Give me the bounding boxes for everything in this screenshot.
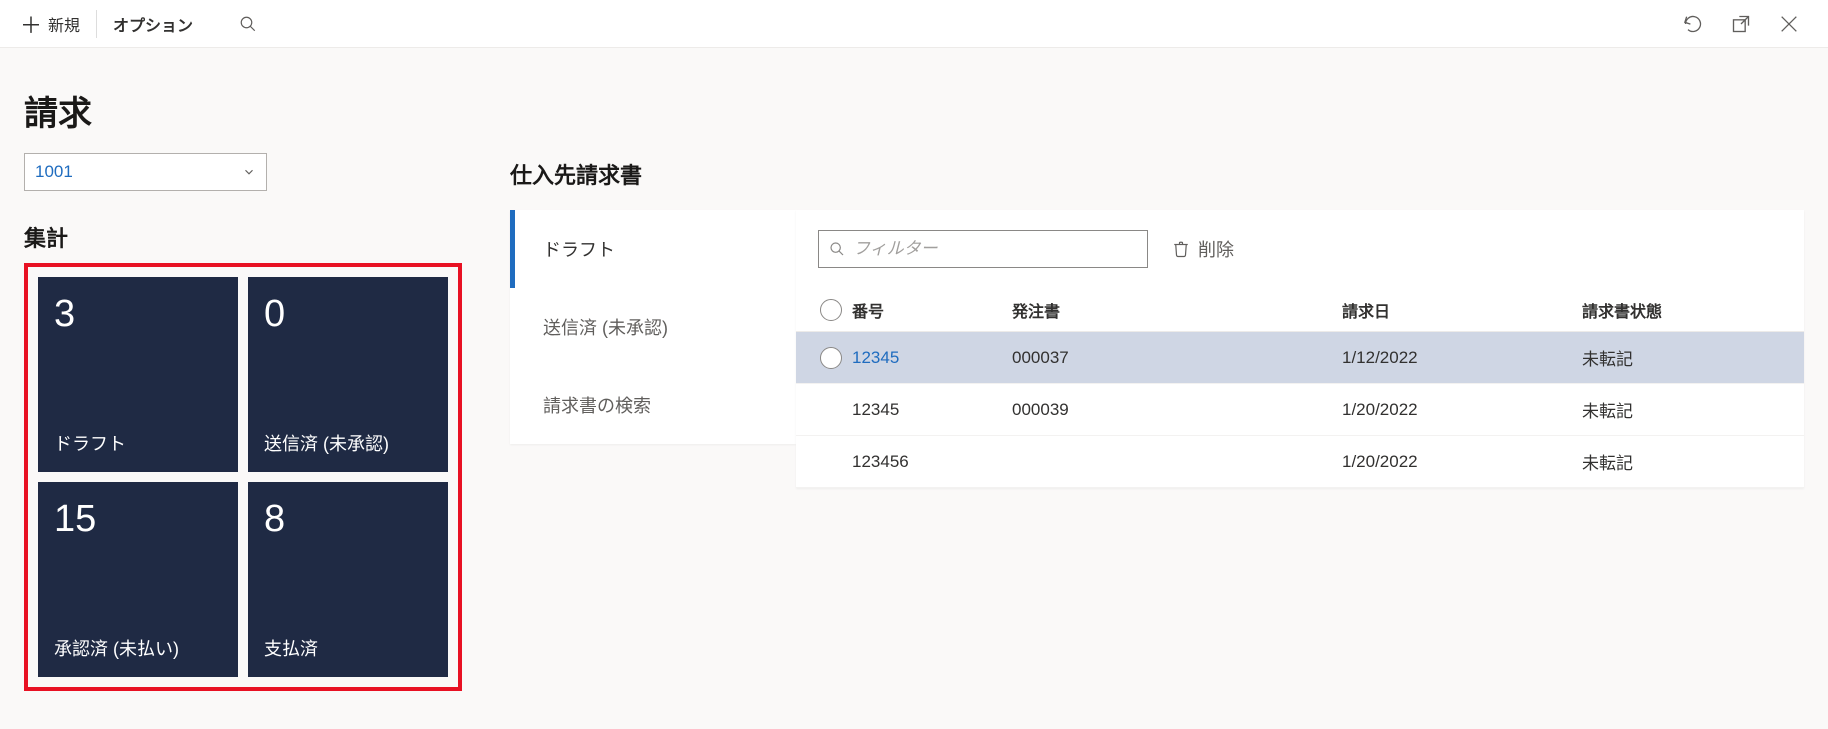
delete-button[interactable]: 削除 (1172, 236, 1234, 262)
tile-label: 送信済 (未承認) (264, 430, 432, 456)
tile-count: 15 (54, 498, 222, 541)
tab-draft[interactable]: ドラフト (510, 210, 796, 288)
refresh-icon (1683, 14, 1703, 34)
close-button[interactable] (1774, 9, 1804, 39)
grid-header: 番号 発注書 請求日 請求書状態 (796, 288, 1804, 332)
tile-draft[interactable]: 3 ドラフト (38, 277, 238, 472)
tile-sent[interactable]: 0 送信済 (未承認) (248, 277, 448, 472)
close-icon (1778, 13, 1800, 35)
options-button-label: オプション (113, 12, 193, 36)
tab-label: 送信済 (未承認) (543, 314, 668, 340)
tab-sent[interactable]: 送信済 (未承認) (510, 288, 796, 366)
chevron-down-icon (242, 165, 256, 179)
search-icon (239, 15, 257, 33)
account-select-value: 1001 (35, 162, 73, 182)
tile-label: 承認済 (未払い) (54, 635, 222, 661)
col-date[interactable]: 請求日 (1342, 298, 1582, 322)
tile-approved[interactable]: 15 承認済 (未払い) (38, 482, 238, 677)
tab-label: 請求書の検索 (543, 392, 651, 418)
tab-search[interactable]: 請求書の検索 (510, 366, 796, 444)
tab-label: ドラフト (543, 236, 615, 262)
cell-date: 1/20/2022 (1342, 400, 1582, 420)
summary-title: 集計 (24, 221, 462, 253)
cell-status: 未転記 (1582, 449, 1790, 474)
tile-count: 3 (54, 293, 222, 336)
refresh-button[interactable] (1678, 9, 1708, 39)
table-row[interactable]: 123450000391/20/2022未転記 (796, 384, 1804, 436)
tile-paid[interactable]: 8 支払済 (248, 482, 448, 677)
plus-icon: ＋ (20, 8, 42, 40)
col-status[interactable]: 請求書状態 (1582, 298, 1790, 322)
tile-count: 0 (264, 293, 432, 336)
cell-po: 000039 (1012, 400, 1342, 420)
options-button[interactable]: オプション (103, 6, 203, 42)
select-all-circle[interactable] (820, 299, 842, 321)
new-button-label: 新規 (48, 12, 80, 36)
popout-icon (1731, 14, 1751, 34)
search-icon (829, 241, 845, 257)
vertical-tabs: ドラフト 送信済 (未承認) 請求書の検索 (510, 210, 796, 444)
tile-count: 8 (264, 498, 432, 541)
cell-po: 000037 (1012, 348, 1342, 368)
toolbar-separator (96, 10, 97, 38)
filter-input-wrapper[interactable] (818, 230, 1148, 268)
list-title: 仕入先請求書 (510, 158, 1804, 190)
filter-input[interactable] (853, 239, 1137, 259)
page-title: 請求 (24, 86, 462, 135)
cell-status: 未転記 (1582, 397, 1790, 422)
table-row[interactable]: 123450000371/12/2022未転記 (796, 332, 1804, 384)
cell-number: 123456 (852, 452, 1012, 472)
popout-button[interactable] (1726, 9, 1756, 39)
cell-number: 12345 (852, 400, 1012, 420)
cell-date: 1/12/2022 (1342, 348, 1582, 368)
new-button[interactable]: ＋ 新規 (10, 6, 90, 42)
col-number[interactable]: 番号 (852, 298, 1012, 322)
cell-status: 未転記 (1582, 345, 1790, 370)
tile-label: ドラフト (54, 430, 222, 456)
table-row[interactable]: 123456 1/20/2022未転記 (796, 436, 1804, 488)
account-select[interactable]: 1001 (24, 153, 267, 191)
tile-label: 支払済 (264, 635, 432, 661)
summary-tiles: 3 ドラフト 0 送信済 (未承認) 15 承認済 (未払い) 8 支払済 (24, 263, 462, 691)
col-po[interactable]: 発注書 (1012, 298, 1342, 322)
delete-button-label: 削除 (1198, 236, 1234, 262)
trash-icon (1172, 240, 1190, 258)
search-button[interactable] (233, 9, 263, 39)
cell-number: 12345 (852, 348, 1012, 368)
row-select-circle[interactable] (820, 347, 842, 369)
cell-date: 1/20/2022 (1342, 452, 1582, 472)
